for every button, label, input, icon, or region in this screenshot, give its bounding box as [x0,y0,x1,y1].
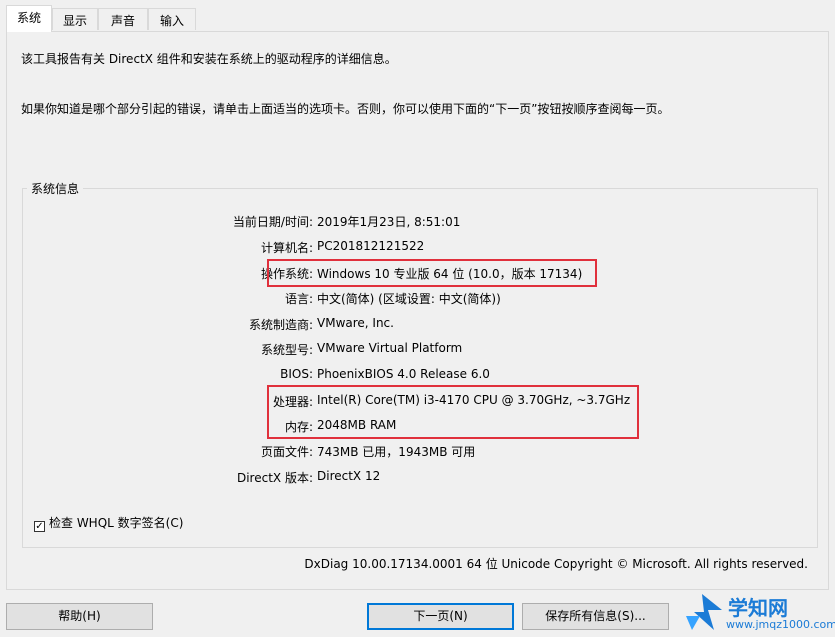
help-button-label: 帮助(H) [58,609,101,623]
info-value: PC201812121522 [317,239,425,253]
system-tab-pane: 该工具报告有关 DirectX 组件和安装在系统上的驱动程序的详细信息。 如果你… [6,31,829,590]
info-label: 计算机名: [260,241,313,255]
info-row-page-file: 页面文件: 743MB 已用，1943MB 可用 [23,443,803,461]
tab-bar: 系统 显示 声音 输入 [0,0,835,32]
check-mark-icon: ✓ [35,521,44,532]
cpu-memory-highlight-box [267,385,639,439]
info-row-model: 系统型号: VMware Virtual Platform [23,341,803,359]
dxdiag-version-footer: DxDiag 10.00.17134.0001 64 位 Unicode Cop… [304,557,808,571]
tab-label: 声音 [110,14,135,28]
whql-checkbox-row[interactable]: ✓ 检查 WHQL 数字签名(C) [34,514,183,532]
info-row-language: 语言: 中文(简体) (区域设置: 中文(简体)) [23,290,803,308]
info-label: 页面文件: [260,445,313,459]
info-row-computer-name: 计算机名: PC201812121522 [23,239,803,257]
tab-label: 系统 [16,11,41,25]
intro-text-2: 如果你知道是哪个部分引起的错误，请单击上面适当的选项卡。否则，你可以使用下面的“… [21,102,670,116]
group-title: 系统信息 [27,180,84,197]
info-value: VMware, Inc. [317,316,394,330]
next-page-button-label: 下一页(N) [413,609,468,623]
info-label: 系统型号: [260,343,313,357]
info-value: 743MB 已用，1943MB 可用 [317,445,476,459]
info-label: 语言: [284,292,313,306]
tab-input[interactable]: 输入 [148,8,196,30]
info-value: DirectX 12 [317,469,381,483]
info-row-datetime: 当前日期/时间: 2019年1月23日, 8:51:01 [23,213,803,231]
system-info-group: 系统信息 当前日期/时间: 2019年1月23日, 8:51:01 计算机名: … [22,180,818,548]
watermark-name: 学知网 [728,596,788,620]
save-all-info-button-label: 保存所有信息(S)... [545,609,646,623]
tab-label: 显示 [62,14,87,28]
info-row-directx-version: DirectX 版本: DirectX 12 [23,469,803,487]
tab-sound[interactable]: 声音 [98,8,148,30]
info-label: 系统制造商: [248,318,313,332]
watermark-url: www.jmqz1000.com [726,618,835,631]
info-value: 2019年1月23日, 8:51:01 [317,215,461,229]
info-row-manufacturer: 系统制造商: VMware, Inc. [23,316,803,334]
tab-display[interactable]: 显示 [52,8,98,30]
info-value: VMware Virtual Platform [317,341,463,355]
info-row-bios: BIOS: PhoenixBIOS 4.0 Release 6.0 [23,367,803,385]
info-label: DirectX 版本: [236,471,313,485]
info-label: BIOS: [280,367,313,381]
info-value: PhoenixBIOS 4.0 Release 6.0 [317,367,490,381]
site-watermark: 学知网 www.jmqz1000.com [676,588,835,637]
os-highlight-box [267,259,597,287]
info-value: 中文(简体) (区域设置: 中文(简体)) [317,292,501,306]
tab-label: 输入 [159,14,184,28]
intro-text-1: 该工具报告有关 DirectX 组件和安装在系统上的驱动程序的详细信息。 [21,52,397,66]
save-all-info-button[interactable]: 保存所有信息(S)... [522,603,669,630]
next-page-button[interactable]: 下一页(N) [367,603,514,630]
help-button[interactable]: 帮助(H) [6,603,153,630]
watermark-logo-icon [686,594,722,630]
info-label: 当前日期/时间: [232,215,313,229]
whql-checkbox-label: 检查 WHQL 数字签名(C) [49,516,184,530]
tab-system[interactable]: 系统 [6,5,52,32]
whql-checkbox[interactable]: ✓ [34,521,45,532]
